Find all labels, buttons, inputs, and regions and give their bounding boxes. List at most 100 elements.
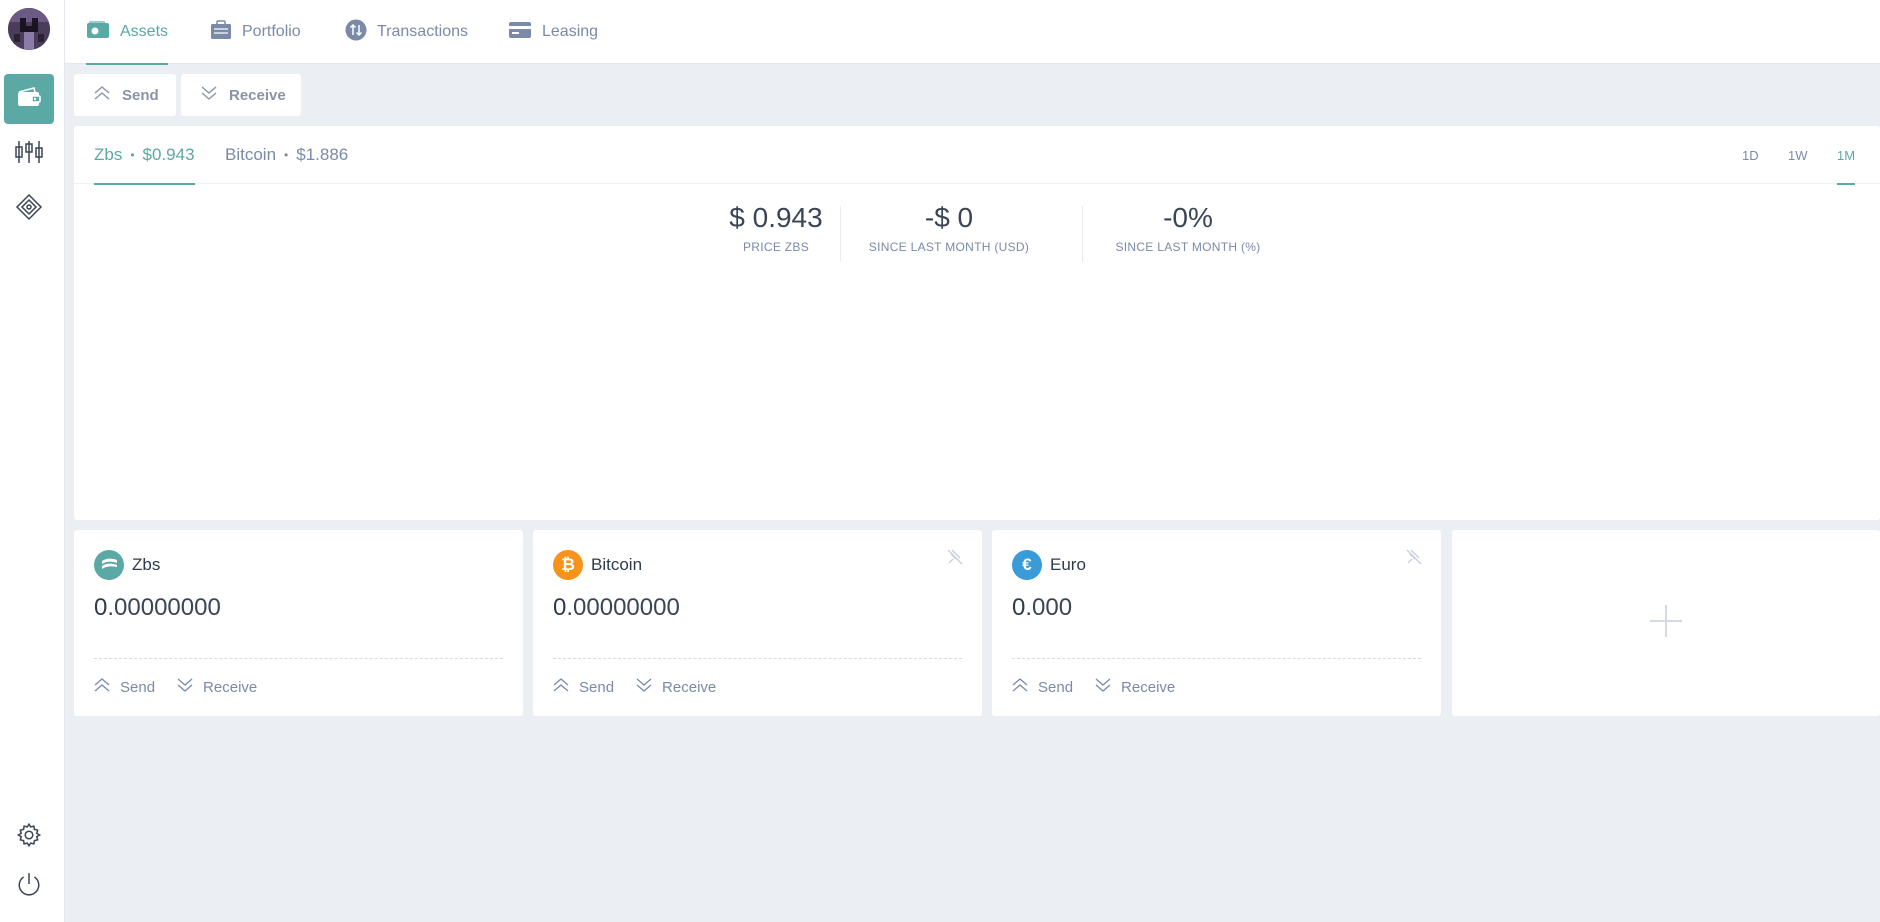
briefcase-icon <box>210 19 232 45</box>
asset-card-zbs[interactable]: Zbs 0.00000000 Send Receive <box>74 530 523 716</box>
unpin-icon[interactable] <box>946 548 964 566</box>
power-icon <box>16 871 42 902</box>
unpin-icon[interactable] <box>1405 548 1423 566</box>
tab-leasing[interactable]: Leasing <box>508 0 598 64</box>
receive-button[interactable]: Receive <box>181 74 301 116</box>
send-button[interactable]: Send <box>74 74 176 116</box>
stat-change-percent: -0% SINCE LAST MONTH (%) <box>1110 202 1266 254</box>
sidebar-item-tokens[interactable] <box>4 184 54 234</box>
balance-fraction: .00000000 <box>566 594 680 621</box>
asset-tab-name: Bitcoin <box>225 145 277 164</box>
chevrons-down-icon <box>1095 678 1111 696</box>
stat-label: SINCE LAST MONTH (USD) <box>868 240 1030 254</box>
asset-card-header: € Euro <box>1012 550 1086 580</box>
zbs-coin-icon <box>94 550 124 580</box>
asset-balance: 0.000 <box>1012 594 1072 622</box>
receive-label: Receive <box>662 678 717 696</box>
balance-fraction: .000 <box>1025 594 1073 621</box>
asset-balance: 0.00000000 <box>94 594 221 622</box>
asset-send-button[interactable]: Send <box>1012 678 1073 696</box>
chevrons-down-icon <box>177 678 193 696</box>
candlestick-icon <box>14 139 44 170</box>
divider <box>1082 206 1083 262</box>
asset-tab-dot: • <box>284 148 289 162</box>
wallet-icon <box>16 86 42 113</box>
asset-tab-dot: • <box>130 148 135 162</box>
range-1m[interactable]: 1M <box>1837 126 1856 185</box>
tab-label: Leasing <box>542 23 599 40</box>
balance-integer: 0 <box>553 594 567 621</box>
send-label: Send <box>120 678 156 696</box>
sidebar-item-dex[interactable] <box>4 129 54 179</box>
add-asset-button[interactable] <box>1452 530 1880 716</box>
send-label: Send <box>122 86 159 104</box>
balance-integer: 0 <box>94 594 108 621</box>
send-label: Send <box>1038 678 1074 696</box>
token-icon <box>15 193 43 226</box>
card-icon <box>508 21 532 44</box>
stat-change-usd: -$ 0 SINCE LAST MONTH (USD) <box>864 202 1034 254</box>
asset-actions: Send Receive <box>1012 678 1175 696</box>
tab-label: Portfolio <box>242 23 301 40</box>
wallet-icon <box>86 20 110 45</box>
asset-name: Bitcoin <box>591 555 643 574</box>
asset-actions: Send Receive <box>94 678 257 696</box>
asset-card-header: Zbs <box>94 550 160 580</box>
euro-coin-icon: € <box>1012 550 1042 580</box>
send-label: Send <box>579 678 615 696</box>
asset-card-bitcoin[interactable]: ₿ Bitcoin 0.00000000 Send Receive <box>533 530 982 716</box>
balance-fraction: .00000000 <box>107 594 221 621</box>
stat-price: $ 0.943 PRICE ZBS <box>704 202 848 254</box>
asset-receive-button[interactable]: Receive <box>636 678 716 696</box>
logout-button[interactable] <box>4 861 54 911</box>
asset-actions: Send Receive <box>553 678 716 696</box>
bitcoin-coin-icon: ₿ <box>553 550 583 580</box>
chevrons-up-icon <box>94 678 110 696</box>
chevrons-up-icon <box>1012 678 1028 696</box>
settings-button[interactable] <box>4 812 54 862</box>
stat-label: PRICE ZBS <box>742 240 810 254</box>
chevrons-up-icon <box>94 86 110 104</box>
plus-icon <box>1649 604 1683 643</box>
tab-label: Transactions <box>377 23 468 40</box>
asset-name: Zbs <box>132 555 161 574</box>
range-1d[interactable]: 1D <box>1742 126 1759 184</box>
asset-tab-zbs[interactable]: Zbs • $0.943 <box>94 126 195 185</box>
asset-send-button[interactable]: Send <box>94 678 155 696</box>
range-1w[interactable]: 1W <box>1788 126 1808 184</box>
divider <box>840 206 841 262</box>
asset-send-button[interactable]: Send <box>553 678 614 696</box>
asset-receive-button[interactable]: Receive <box>177 678 257 696</box>
price-panel: Zbs • $0.943 Bitcoin • $1.886 1D 1W 1M $… <box>74 126 1880 520</box>
chevrons-down-icon <box>636 678 652 696</box>
chevrons-down-icon <box>201 86 217 104</box>
asset-tabs: Zbs • $0.943 Bitcoin • $1.886 1D 1W 1M <box>74 126 1880 185</box>
asset-tab-bitcoin[interactable]: Bitcoin • $1.886 <box>225 126 348 184</box>
sidebar <box>0 0 65 922</box>
divider <box>94 658 503 659</box>
tab-assets[interactable]: Assets <box>86 0 169 65</box>
top-navigation: Assets Portfolio Transactions Leasing <box>65 0 1880 65</box>
asset-receive-button[interactable]: Receive <box>1095 678 1175 696</box>
tab-transactions[interactable]: Transactions <box>345 0 468 64</box>
asset-tab-price: $0.943 <box>142 145 195 164</box>
avatar[interactable] <box>8 8 50 50</box>
asset-balance: 0.00000000 <box>553 594 680 622</box>
asset-card-header: ₿ Bitcoin <box>553 550 642 580</box>
asset-tab-name: Zbs <box>94 145 123 164</box>
receive-label: Receive <box>229 86 286 104</box>
asset-card-euro[interactable]: € Euro 0.000 Send Receive <box>992 530 1441 716</box>
arrows-updown-icon <box>345 19 367 46</box>
sidebar-item-wallet[interactable] <box>4 74 54 124</box>
stat-value: -0% <box>1163 202 1213 233</box>
gear-icon <box>16 822 42 853</box>
divider <box>1012 658 1421 659</box>
stat-label: SINCE LAST MONTH (%) <box>1115 240 1261 254</box>
receive-label: Receive <box>1121 678 1176 696</box>
balance-integer: 0 <box>1012 594 1026 621</box>
asset-name: Euro <box>1050 555 1086 574</box>
stat-value: $ 0.943 <box>729 202 823 233</box>
tab-label: Assets <box>120 23 169 40</box>
tab-portfolio[interactable]: Portfolio <box>210 0 301 64</box>
stat-value: -$ 0 <box>924 202 974 233</box>
